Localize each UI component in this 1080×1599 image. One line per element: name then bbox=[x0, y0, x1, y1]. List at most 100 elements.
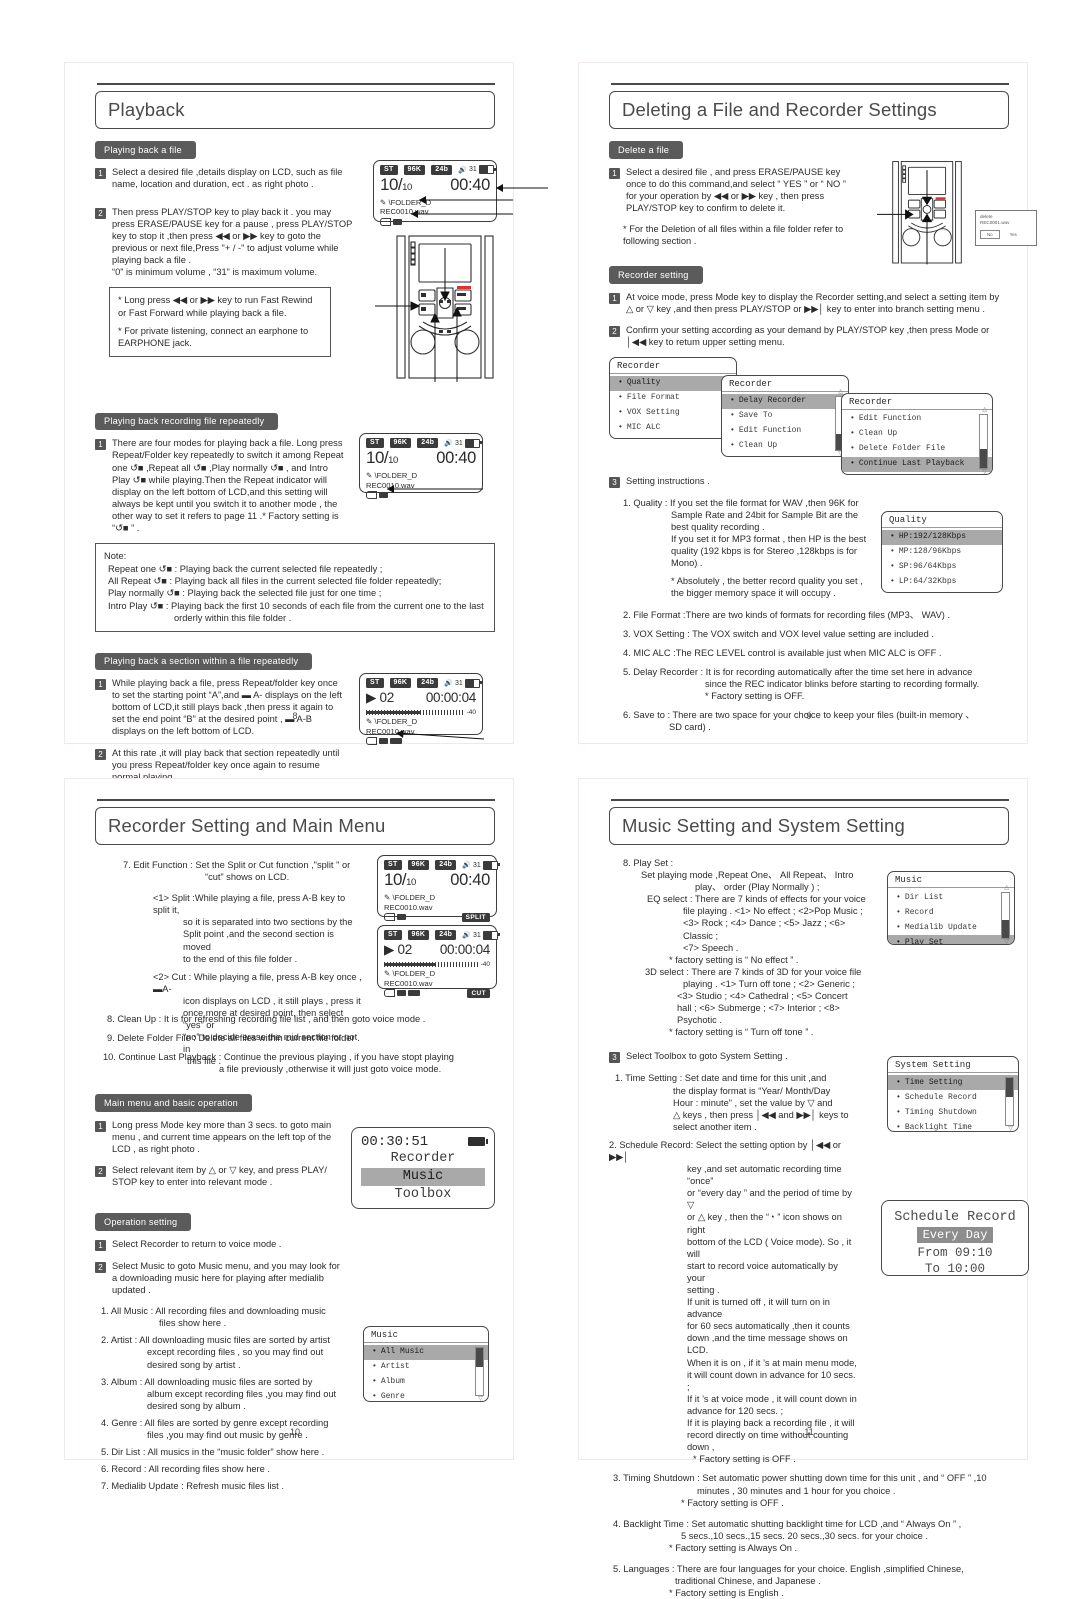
delete-confirm-dialog[interactable]: delete REC0001.wav No Yes bbox=[975, 209, 1037, 246]
scrollbar[interactable] bbox=[979, 413, 988, 469]
menu-item-mp[interactable]: MP:128/96Kbps bbox=[882, 545, 1002, 560]
menu-item-quality[interactable]: Quality bbox=[610, 375, 736, 391]
menu-item-delete-folder-file[interactable]: Delete Folder File bbox=[842, 442, 992, 457]
menu-item-backlight-time[interactable]: Backlight Time bbox=[888, 1120, 1018, 1132]
lcd-main-menu[interactable]: 00:30:51 Recorder Music Toolbox bbox=[351, 1126, 495, 1209]
recorder-menu-3[interactable]: Recorder Edit Function Clean Up Delete F… bbox=[841, 392, 993, 475]
step-number: 1 bbox=[609, 292, 620, 304]
sys-line: * Factory setting is Always On . bbox=[669, 1542, 798, 1553]
instruction-line: since the REC indicator blinks before st… bbox=[705, 679, 980, 690]
main-menu-item-toolbox[interactable]: Toolbox bbox=[361, 1186, 485, 1204]
dialog-yes-button[interactable]: Yes bbox=[1010, 232, 1017, 237]
menu-item-genre[interactable]: Genre bbox=[364, 1390, 488, 1401]
menu-header: Recorder bbox=[610, 358, 736, 374]
chevron-down-icon[interactable]: ▽ bbox=[1007, 1126, 1014, 1132]
step-text: There are four modes for playing back a … bbox=[112, 438, 344, 534]
menu-item-edit-function[interactable]: Edit Function bbox=[722, 424, 848, 439]
sys-line: If it ’s at voice mode , it will count d… bbox=[687, 1393, 857, 1404]
step-2: 2 Then press PLAY/STOP key to play back … bbox=[95, 206, 353, 279]
playset-line: Psychotic . bbox=[677, 1015, 722, 1026]
main-menu-item-music[interactable]: Music bbox=[361, 1167, 485, 1186]
menu-item-album[interactable]: Album bbox=[364, 1375, 488, 1390]
sys-line: When it is on , if it ’s at main menu mo… bbox=[687, 1357, 857, 1368]
op-line: 6. Record : All recording files show her… bbox=[101, 1464, 270, 1475]
dialog-no-button[interactable]: No bbox=[980, 229, 1000, 239]
playset-line: play、 order (Play Normally ) ; bbox=[695, 882, 820, 893]
system-setting-menu[interactable]: System Setting Time Setting Schedule Rec… bbox=[887, 1056, 1019, 1133]
instruction-line: quality (192 kbps is for Stereo ,128kbps… bbox=[671, 546, 858, 557]
scrollbar[interactable] bbox=[1001, 892, 1010, 939]
music-menu[interactable]: Music All Music Artist Album Genre ▽ bbox=[363, 1325, 489, 1402]
lcd-status-bar: ST 96K 24b 🔊 31 bbox=[366, 678, 482, 689]
sys-line: traditional Chinese, and Japanese . bbox=[675, 1576, 821, 1587]
battery-icon bbox=[482, 930, 500, 940]
menu-item-vox-setting[interactable]: VOX Setting bbox=[610, 406, 736, 421]
section-header-main-menu: Main menu and basic operation bbox=[95, 1094, 252, 1112]
menu-item-schedule-record[interactable]: Schedule Record bbox=[888, 1090, 1018, 1105]
op-line: 1. All Music : All recording files and d… bbox=[101, 1306, 326, 1317]
menu-item-continue-last-playback[interactable]: Continue Last Playback bbox=[842, 456, 992, 472]
samplerate-tag: 96K bbox=[389, 438, 412, 449]
menu-item-mic-alc[interactable]: MIC ALC bbox=[610, 421, 736, 436]
scrollbar[interactable] bbox=[475, 1346, 484, 1396]
menu-item-hp[interactable]: HP:192/128Kbps bbox=[882, 529, 1002, 545]
menu-item-play-set[interactable]: Play Set bbox=[888, 935, 1014, 944]
quality-menu[interactable]: Quality HP:192/128Kbps MP:128/96Kbps SP:… bbox=[881, 510, 1003, 593]
folder-path: ✎ \FOLDER_D bbox=[384, 893, 436, 902]
scrollbar-thumb[interactable] bbox=[1006, 1078, 1013, 1098]
chevron-down-icon[interactable]: ▽ bbox=[981, 468, 988, 474]
cut-line: this file . bbox=[187, 1056, 222, 1067]
menu-item-timing-shutdown[interactable]: Timing Shutdown bbox=[888, 1105, 1018, 1120]
music-menu-playset[interactable]: Music Dir List Record Medialib Update Pl… bbox=[887, 871, 1015, 945]
schedule-mode[interactable]: Every Day bbox=[916, 1227, 994, 1244]
menu-item-save-to[interactable]: Save To bbox=[722, 409, 848, 424]
menu-item-time-setting[interactable]: Time Setting bbox=[888, 1075, 1018, 1091]
menu-item-artist[interactable]: Artist bbox=[364, 1360, 488, 1375]
chevron-down-icon[interactable]: ▽ bbox=[1003, 939, 1010, 945]
recorder-menu-2[interactable]: Recorder Delay Recorder Save To Edit Fun… bbox=[721, 374, 849, 457]
menu-item-medialib-update[interactable]: Medialib Update bbox=[888, 920, 1014, 935]
volume-value: 31 bbox=[454, 679, 463, 687]
scrollbar[interactable] bbox=[1005, 1077, 1014, 1127]
volume-indicator: 🔊 31 bbox=[444, 438, 482, 448]
menu-item-file-format[interactable]: File Format bbox=[610, 391, 736, 406]
scrollbar-thumb[interactable] bbox=[476, 1347, 483, 1367]
volume-indicator: 🔊 31 bbox=[462, 860, 500, 870]
menu-item-sp[interactable]: SP:96/64Kbps bbox=[882, 560, 1002, 575]
main-menu-item-recorder[interactable]: Recorder bbox=[361, 1150, 485, 1168]
menu-item-all-music[interactable]: All Music bbox=[364, 1344, 488, 1360]
menu-item-lp[interactable]: LP:64/32Kbps bbox=[882, 575, 1002, 590]
speaker-icon: 🔊 bbox=[462, 932, 471, 939]
schedule-from: From 09:10 bbox=[917, 1246, 993, 1261]
repeat-icon bbox=[366, 737, 377, 746]
mode-icon bbox=[397, 914, 406, 920]
menu-item-clean-up[interactable]: Clean Up bbox=[722, 439, 848, 454]
split-line: so it is separated into two sections by … bbox=[183, 917, 353, 928]
menu-item-record[interactable]: Record bbox=[888, 905, 1014, 920]
playset-line: * factory setting is “ Turn off tone ” . bbox=[669, 1027, 814, 1038]
mode-icon bbox=[397, 990, 406, 996]
chevron-up-icon[interactable]: △ bbox=[981, 406, 988, 413]
stereo-tag: ST bbox=[366, 438, 384, 449]
menu-item-delay-recorder[interactable]: Delay Recorder bbox=[722, 393, 848, 409]
chevron-up-icon[interactable]: △ bbox=[1003, 885, 1010, 891]
menu-item-edit-function[interactable]: Edit Function bbox=[842, 412, 992, 427]
page-title-box: Music Setting and System Setting bbox=[609, 807, 1009, 845]
menu-item-dir-list[interactable]: Dir List bbox=[888, 890, 1014, 905]
section-header-recorder-setting: Recorder setting bbox=[609, 266, 703, 284]
track-number: ▶ 02 bbox=[366, 690, 394, 706]
playset-line: file playing . <1> No effect ; <2>Pop Mu… bbox=[683, 906, 863, 917]
step-number: 1 bbox=[95, 439, 106, 451]
instruction-line: 3. VOX Setting : The VOX switch and VOX … bbox=[623, 628, 934, 639]
step-text: While playing back a file, press Repeat/… bbox=[112, 678, 342, 737]
step-number: 2 bbox=[95, 748, 106, 760]
menu-item-clean-up[interactable]: Clean Up bbox=[842, 427, 992, 442]
scrollbar-thumb[interactable] bbox=[1002, 920, 1009, 938]
recorder-menu-1[interactable]: Recorder Quality File Format VOX Setting… bbox=[609, 356, 737, 439]
cut-line: once more at desired point, then select … bbox=[183, 1008, 344, 1031]
scrollbar-thumb[interactable] bbox=[980, 448, 987, 468]
step-text: Long press Mode key more than 3 secs. to… bbox=[112, 1119, 332, 1155]
sys-line: 1. Time Setting : Set date and time for … bbox=[615, 1073, 827, 1084]
manual-page-8: Playback Playing back a file 1 Select a … bbox=[64, 62, 548, 782]
title-rule bbox=[611, 799, 1009, 801]
